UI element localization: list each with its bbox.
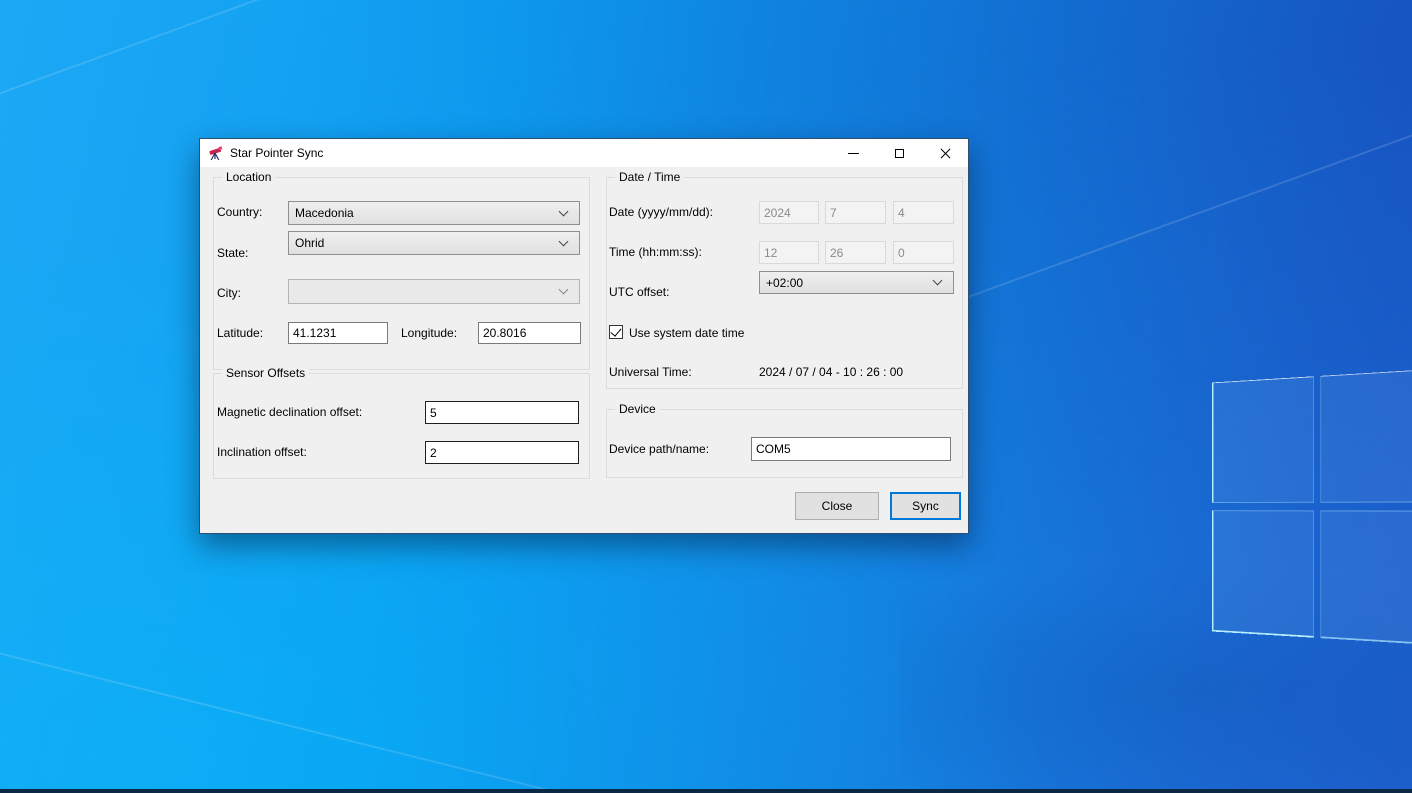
maximize-button[interactable]	[876, 139, 922, 167]
time-minute-input[interactable]	[825, 241, 886, 264]
time-second-input[interactable]	[893, 241, 954, 264]
longitude-label: Longitude:	[401, 326, 457, 340]
utc-offset-label: UTC offset:	[609, 285, 669, 299]
inclination-offset-input[interactable]	[425, 441, 579, 464]
country-dropdown-value: Macedonia	[295, 206, 560, 220]
datetime-group-legend: Date / Time	[615, 170, 684, 184]
sensor-offsets-group-legend: Sensor Offsets	[222, 366, 309, 380]
chevron-down-icon	[559, 236, 569, 246]
close-button[interactable]: Close	[795, 492, 879, 520]
city-dropdown[interactable]	[288, 279, 580, 304]
date-day-input[interactable]	[893, 201, 954, 224]
latitude-label: Latitude:	[217, 326, 263, 340]
longitude-input[interactable]	[478, 322, 581, 344]
use-system-datetime-label: Use system date time	[629, 326, 744, 340]
device-path-label: Device path/name:	[609, 442, 709, 456]
windows-logo-pane	[1212, 376, 1314, 503]
windows-logo	[1212, 356, 1412, 658]
close-icon	[940, 148, 951, 159]
state-dropdown[interactable]: Ohrid	[288, 231, 580, 255]
wallpaper-light-beam	[0, 0, 385, 98]
star-pointer-sync-window: Star Pointer Sync Location Country: Mace…	[199, 138, 969, 534]
time-label: Time (hh:mm:ss):	[609, 245, 702, 259]
magnetic-declination-input[interactable]	[425, 401, 579, 424]
screen-bottom-edge	[0, 789, 1412, 793]
state-dropdown-value: Ohrid	[295, 236, 560, 250]
country-label: Country:	[217, 205, 262, 219]
time-hour-input[interactable]	[759, 241, 819, 264]
magnetic-declination-label: Magnetic declination offset:	[217, 405, 362, 419]
windows-logo-pane	[1320, 356, 1412, 503]
device-group-legend: Device	[615, 402, 660, 416]
window-title: Star Pointer Sync	[230, 146, 323, 160]
telescope-icon	[208, 145, 224, 161]
device-path-input[interactable]	[751, 437, 951, 461]
use-system-datetime-checkbox[interactable]	[609, 325, 623, 339]
chevron-down-icon	[559, 285, 569, 295]
titlebar[interactable]: Star Pointer Sync	[200, 139, 968, 167]
date-label: Date (yyyy/mm/dd):	[609, 205, 713, 219]
close-window-button[interactable]	[922, 139, 968, 167]
inclination-offset-label: Inclination offset:	[217, 445, 307, 459]
chevron-down-icon	[559, 206, 569, 216]
date-year-input[interactable]	[759, 201, 819, 224]
windows-logo-pane	[1320, 510, 1412, 658]
location-group-legend: Location	[222, 170, 275, 184]
maximize-icon	[895, 149, 904, 158]
chevron-down-icon	[933, 276, 943, 286]
state-label: State:	[217, 246, 248, 260]
minimize-icon	[848, 153, 859, 154]
wallpaper-light-beam	[0, 650, 786, 793]
sync-button[interactable]: Sync	[890, 492, 961, 520]
utc-offset-dropdown-value: +02:00	[766, 276, 934, 290]
latitude-input[interactable]	[288, 322, 388, 344]
city-label: City:	[217, 286, 241, 300]
minimize-button[interactable]	[830, 139, 876, 167]
utc-offset-dropdown[interactable]: +02:00	[759, 271, 954, 294]
country-dropdown[interactable]: Macedonia	[288, 201, 580, 225]
universal-time-label: Universal Time:	[609, 365, 692, 379]
date-month-input[interactable]	[825, 201, 886, 224]
windows-logo-pane	[1212, 510, 1314, 637]
universal-time-value: 2024 / 07 / 04 - 10 : 26 : 00	[759, 365, 903, 379]
